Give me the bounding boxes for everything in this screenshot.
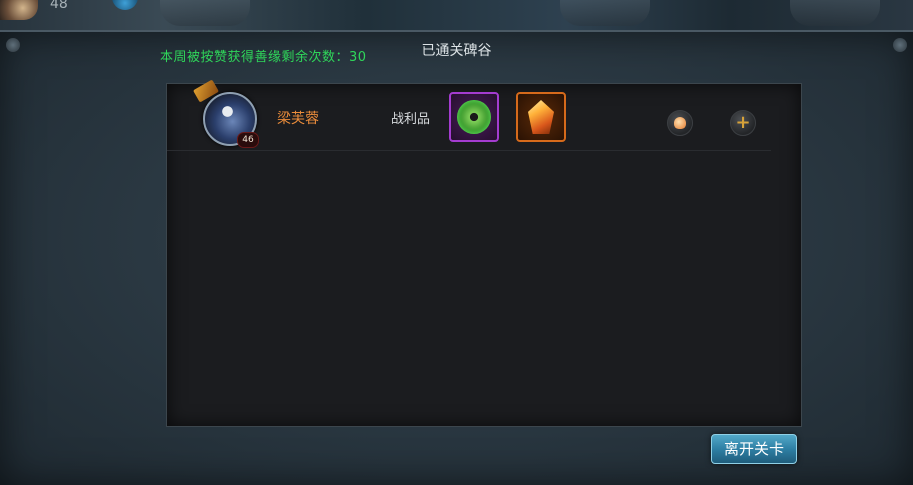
- background-pillar: [790, 0, 880, 26]
- loot-label: 战利品: [391, 112, 431, 127]
- leave-stage-button[interactable]: 离开关卡: [711, 434, 797, 464]
- player-row: 46 梁芙蓉 战利品 +: [167, 79, 771, 151]
- player-name: 梁芙蓉: [277, 111, 319, 127]
- game-background-strip: 48: [0, 0, 913, 30]
- background-pillar: [160, 0, 250, 26]
- player-list: 46 梁芙蓉 战利品 +: [166, 79, 802, 427]
- player-portrait[interactable]: [0, 0, 38, 20]
- background-pillar: [560, 0, 650, 26]
- panel-title: 已通关碑谷: [421, 43, 492, 59]
- add-friend-button[interactable]: +: [730, 110, 756, 136]
- like-button[interactable]: [667, 110, 693, 136]
- player-level-label: 48: [50, 0, 68, 12]
- player-avatar[interactable]: 46: [192, 79, 259, 148]
- cleared-stage-panel: 本周被按赞获得善缘剩余次数：30 已通关碑谷 46 梁芙蓉 战利品 + 离开关卡: [0, 30, 913, 485]
- blue-orb-icon[interactable]: [112, 0, 138, 10]
- amber-crystal-icon: [528, 100, 554, 134]
- avatar-level-badge: 46: [237, 132, 259, 148]
- plus-icon: +: [735, 112, 751, 133]
- loot-item-crystal[interactable]: [516, 92, 566, 142]
- thumbs-up-icon: [674, 117, 686, 129]
- loot-item-jade[interactable]: [449, 92, 499, 142]
- jade-disc-icon: [457, 100, 491, 134]
